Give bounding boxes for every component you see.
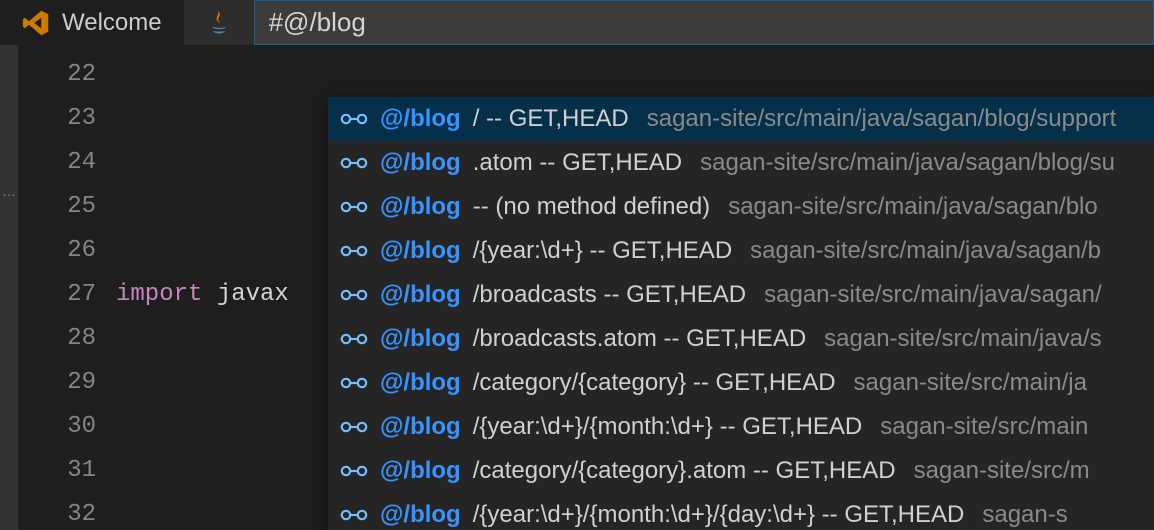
result-item[interactable]: @/blog/category/{category} -- GET,HEAD sa… xyxy=(328,361,1154,405)
result-item[interactable]: @/blog/broadcasts.atom -- GET,HEAD sagan-… xyxy=(328,317,1154,361)
result-rest: -- (no method defined) xyxy=(473,193,710,221)
symbol-icon xyxy=(340,110,368,128)
result-path: sagan-site/src/main/ja xyxy=(854,369,1087,397)
symbol-icon xyxy=(340,154,368,172)
code-text: javax xyxy=(202,273,288,317)
result-rest: /{year:\d+} -- GET,HEAD xyxy=(473,237,732,265)
result-rest: /category/{category}.atom -- GET,HEAD xyxy=(473,457,896,485)
result-item[interactable]: @/blog /{year:\d+} -- GET,HEAD sagan-site/… xyxy=(328,229,1154,273)
symbol-icon xyxy=(340,374,368,392)
result-rest: /broadcasts.atom -- GET,HEAD xyxy=(473,325,806,353)
line-number: 25 xyxy=(18,185,96,229)
line-number: 26 xyxy=(18,229,96,273)
result-match: @/blog xyxy=(380,369,461,397)
symbol-icon xyxy=(340,198,368,216)
command-results-dropdown: @/blog / -- GET,HEAD sagan-site/src/main/j… xyxy=(328,97,1154,530)
result-path: sagan-site/src/main/java/sagan/blog/su xyxy=(700,149,1115,177)
line-number: 24 xyxy=(18,141,96,185)
result-match: @/blog xyxy=(380,457,461,485)
search-input[interactable] xyxy=(255,1,1153,44)
code-body: import javax /** * The entry * <p> * Mai… xyxy=(116,45,296,530)
symbol-icon xyxy=(340,418,368,436)
vscode-icon xyxy=(22,9,50,37)
gutter: 22 23 24 25 26 27 28 29 30 31 32 33 34 xyxy=(18,45,116,530)
result-match: @/blog xyxy=(380,193,461,221)
result-rest: /broadcasts -- GET,HEAD xyxy=(473,281,746,309)
result-path: sagan-site/src/main/java/s xyxy=(824,325,1101,353)
result-path: sagan-site/src/main/java/sagan/b xyxy=(750,237,1101,265)
result-item[interactable]: @/blog / -- GET,HEAD sagan-site/src/main/j… xyxy=(328,97,1154,141)
result-rest: / -- GET,HEAD xyxy=(473,105,629,133)
result-path: sagan-site/src/main/java/sagan/ xyxy=(764,281,1102,309)
symbol-icon xyxy=(340,506,368,524)
results-list: @/blog / -- GET,HEAD sagan-site/src/main/j… xyxy=(328,97,1154,530)
tab-welcome[interactable]: Welcome xyxy=(0,0,184,45)
java-icon xyxy=(208,9,230,37)
line-number: 27 xyxy=(18,273,96,317)
result-path: sagan-site/src/main/java/sagan/blo xyxy=(728,193,1098,221)
line-number: 30 xyxy=(18,405,96,449)
result-match: @/blog xyxy=(380,237,461,265)
result-rest: /{year:\d+}/{month:\d+}/{day:\d+} -- GET… xyxy=(473,501,965,529)
tab-java[interactable] xyxy=(184,0,254,45)
line-number: 22 xyxy=(18,53,96,97)
keyword: import xyxy=(116,273,202,317)
result-item[interactable]: @/blog/category/{category}.atom -- GET,H… xyxy=(328,449,1154,493)
result-match: @/blog xyxy=(380,325,461,353)
command-palette[interactable] xyxy=(254,0,1154,45)
result-rest: /{year:\d+}/{month:\d+} -- GET,HEAD xyxy=(473,413,863,441)
result-match: @/blog xyxy=(380,105,461,133)
result-path: sagan-site/src/m xyxy=(914,457,1090,485)
main-area: … 22 23 24 25 26 27 28 29 30 31 32 33 34… xyxy=(0,45,1154,530)
result-rest: /category/{category} -- GET,HEAD xyxy=(473,369,836,397)
tabs-bar: Welcome xyxy=(0,0,1154,45)
activity-indicator: … xyxy=(2,183,16,199)
line-number: 28 xyxy=(18,317,96,361)
result-match: @/blog xyxy=(380,149,461,177)
result-path: sagan-s xyxy=(982,501,1067,529)
result-match: @/blog xyxy=(380,501,461,529)
result-rest: .atom -- GET,HEAD xyxy=(473,149,682,177)
line-number: 31 xyxy=(18,449,96,493)
symbol-icon xyxy=(340,242,368,260)
result-item[interactable]: @/blog /{year:\d+}/{month:\d+} -- GET,HEA… xyxy=(328,405,1154,449)
activity-bar: … xyxy=(0,45,18,530)
tab-welcome-label: Welcome xyxy=(62,9,162,37)
line-number: 29 xyxy=(18,361,96,405)
result-item[interactable]: @/blog/broadcasts -- GET,HEAD sagan-site/… xyxy=(328,273,1154,317)
result-match: @/blog xyxy=(380,281,461,309)
result-item[interactable]: @/blog .atom -- GET,HEAD sagan-site/src/ma… xyxy=(328,141,1154,185)
result-path: sagan-site/src/main/java/sagan/blog/supp… xyxy=(647,105,1117,133)
symbol-icon xyxy=(340,330,368,348)
result-match: @/blog xyxy=(380,413,461,441)
symbol-icon xyxy=(340,462,368,480)
result-item[interactable]: @/blog -- (no method defined) sagan-site/… xyxy=(328,185,1154,229)
line-number: 32 xyxy=(18,493,96,530)
result-path: sagan-site/src/main xyxy=(880,413,1088,441)
result-item[interactable]: @/blog /{year:\d+}/{month:\d+}/{day:\d+} … xyxy=(328,493,1154,530)
symbol-icon xyxy=(340,286,368,304)
line-number: 23 xyxy=(18,97,96,141)
